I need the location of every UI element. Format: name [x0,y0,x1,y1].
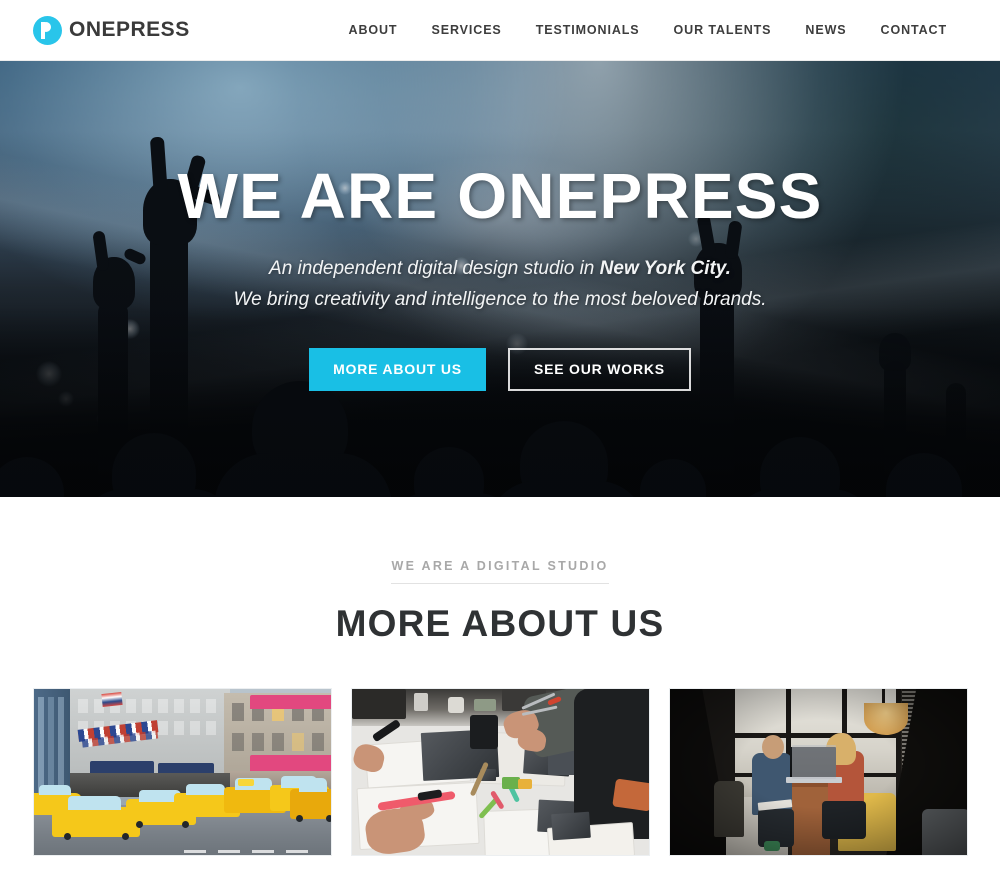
onepress-logo-icon [33,15,62,45]
brand-logo[interactable]: ONEPRESS [33,15,190,45]
our-achievements-image[interactable] [351,688,650,856]
section-eyebrow: WE ARE A DIGITAL STUDIO [391,559,609,584]
hero-subtitle-line1-text: An independent digital design studio in [269,258,600,279]
more-about-us-button[interactable]: MORE ABOUT US [309,347,486,391]
cafe-meeting-laptop-photo [670,689,967,855]
hero-subtitle-line1: An independent digital design studio in … [269,258,731,279]
about-card-our-vision: OUR VISION [669,688,968,880]
about-card-our-achievements: OUR ACHIEVEMENTS [351,688,650,880]
new-york-city-taxis-photo [34,689,331,855]
see-our-works-button[interactable]: SEE OUR WORKS [507,347,691,391]
hero-subtitle-highlight: New York City. [599,258,731,279]
nav-item-about[interactable]: ABOUT [332,0,415,61]
site-header: ONEPRESS ABOUT SERVICES TESTIMONIALS OUR… [0,0,1000,61]
about-cards: OUR HISTORY [0,688,1000,880]
nav-item-contact[interactable]: CONTACT [864,0,964,61]
section-header: WE ARE A DIGITAL STUDIO MORE ABOUT US [0,557,1000,642]
hero-section: WE ARE ONEPRESS An independent digital d… [0,61,1000,497]
nav-item-our-talents[interactable]: OUR TALENTS [657,0,789,61]
brand-name: ONEPRESS [69,18,190,41]
nav-item-news[interactable]: NEWS [788,0,863,61]
nav-item-testimonials[interactable]: TESTIMONIALS [519,0,657,61]
section-title: MORE ABOUT US [335,603,665,644]
hero-title: WE ARE ONEPRESS [177,160,823,232]
hero-subtitle-line2: We bring creativity and intelligence to … [233,288,767,310]
design-workshop-desk-photo [352,689,649,855]
main-navigation: ABOUT SERVICES TESTIMONIALS OUR TALENTS … [332,0,964,61]
nav-item-services[interactable]: SERVICES [414,0,518,61]
hero-button-group: MORE ABOUT US SEE OUR WORKS [309,347,691,391]
about-section: WE ARE A DIGITAL STUDIO MORE ABOUT US [0,497,1000,880]
hero-subtitle: An independent digital design studio in … [233,254,766,316]
our-vision-image[interactable] [669,688,968,856]
our-history-image[interactable] [33,688,332,856]
about-card-our-history: OUR HISTORY [33,688,332,880]
